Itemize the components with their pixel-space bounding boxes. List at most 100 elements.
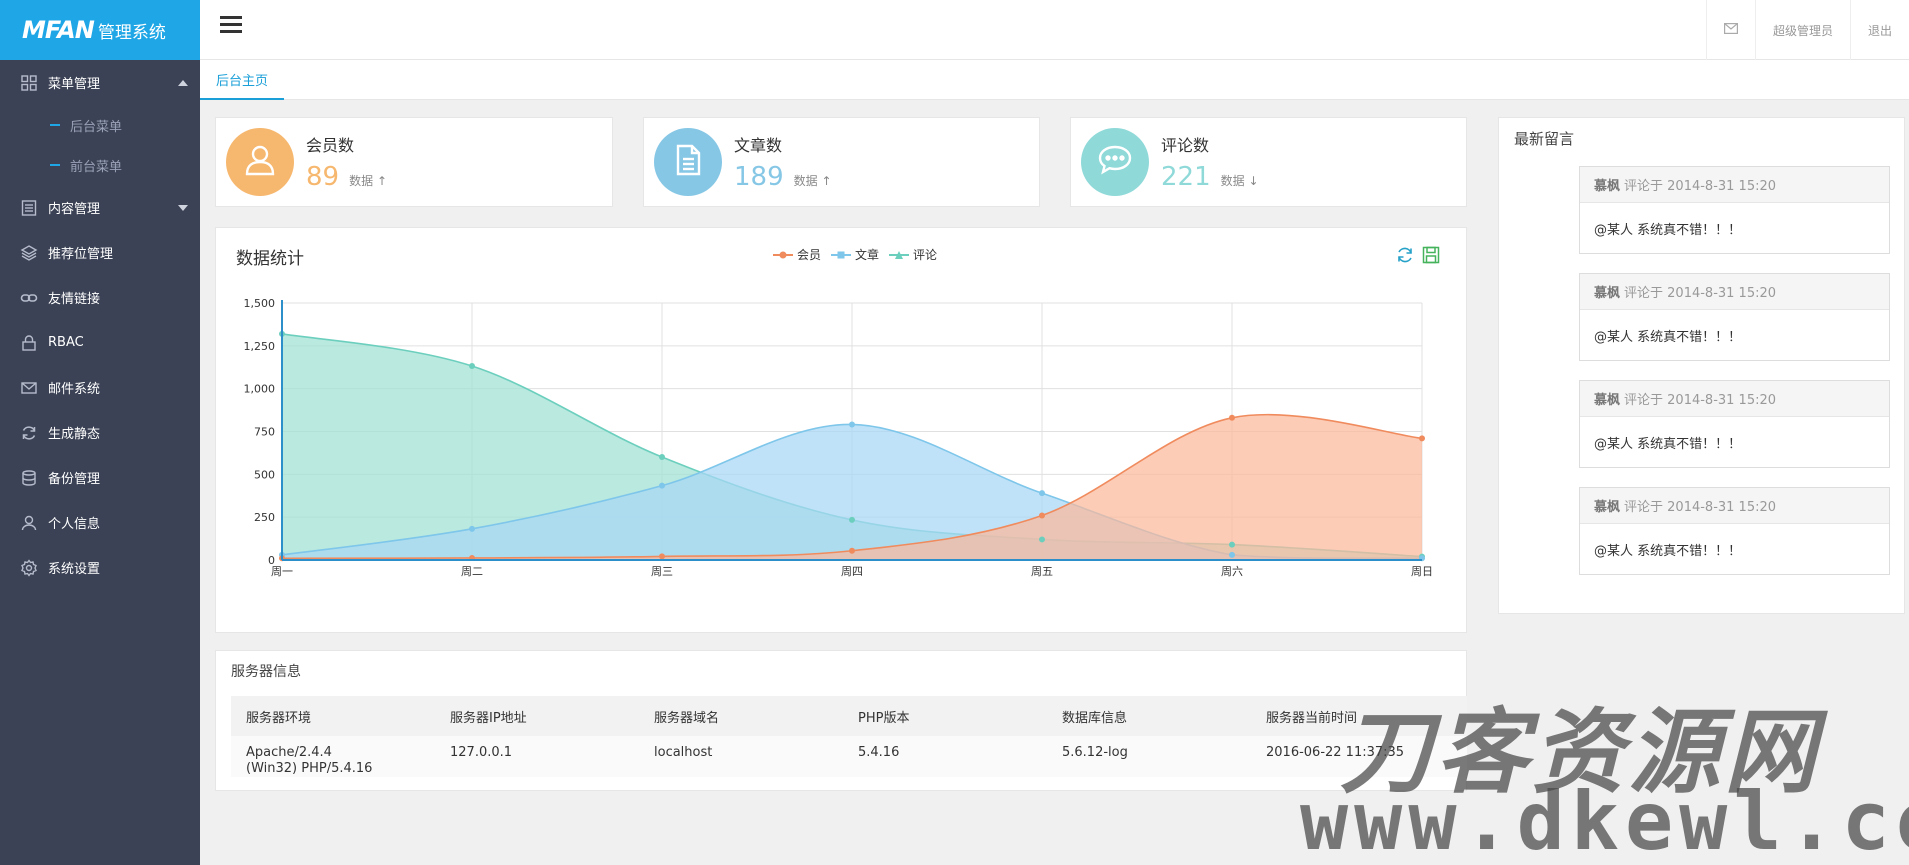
tab-bar: 后台主页 xyxy=(200,60,1909,100)
stat-sub: 数据 ↑ xyxy=(349,174,387,188)
refresh-icon xyxy=(20,424,38,442)
stat-circle xyxy=(226,128,294,196)
comment-item[interactable]: 慕枫 评论于 2014-8-31 15:20 @某人 系统真不错！！！ xyxy=(1579,380,1890,468)
submenu-item-frontend-menu[interactable]: 前台菜单 xyxy=(0,145,200,185)
stat-label: 评论数 xyxy=(1161,136,1210,155)
y-tick-label: 1,250 xyxy=(244,340,276,353)
header-actions: 超级管理员 退出 xyxy=(1705,0,1909,60)
comment-author: 慕枫 xyxy=(1594,179,1621,194)
table-cell: 5.6.12-log xyxy=(1047,736,1251,777)
table-header: 服务器域名 xyxy=(639,696,843,736)
submenu-label: 后台菜单 xyxy=(70,119,123,135)
table-cell: Apache/2.4.4 (Win32) PHP/5.4.16 xyxy=(231,736,435,777)
logout-button[interactable]: 退出 xyxy=(1849,0,1909,60)
sidebar: MFAN 管理系统 菜单管理 后台菜单 前台菜单 内容管理 推荐位管理 友情链接… xyxy=(0,0,200,865)
comment-author: 慕枫 xyxy=(1594,286,1621,301)
stat-value: 189 xyxy=(734,162,784,192)
user-icon xyxy=(241,141,279,183)
data-point xyxy=(659,482,665,489)
table-cell: localhost xyxy=(639,736,843,777)
x-tick-label: 周五 xyxy=(1031,565,1053,578)
sidebar-item-menu-management[interactable]: 菜单管理 xyxy=(0,60,200,105)
comment-text: @某人 系统真不错！！！ xyxy=(1594,329,1742,345)
logo-brand: MFAN xyxy=(22,16,95,44)
logo[interactable]: MFAN 管理系统 xyxy=(0,0,200,60)
x-tick-label: 周一 xyxy=(271,565,293,578)
stat-value: 89 xyxy=(306,162,340,192)
table-header: 服务器IP地址 xyxy=(435,696,639,736)
logo-title: 管理系统 xyxy=(97,22,166,43)
table-cell: 127.0.0.1 xyxy=(435,736,639,777)
mail-icon xyxy=(20,379,38,397)
stat-sub: 数据 ↓ xyxy=(1220,174,1259,188)
sidebar-menu: 菜单管理 后台菜单 前台菜单 内容管理 推荐位管理 友情链接 RBAC 邮件系统 xyxy=(0,60,200,590)
sidebar-item-content-management[interactable]: 内容管理 xyxy=(0,185,200,230)
sidebar-item-generate-static[interactable]: 生成静态 xyxy=(0,410,200,455)
comment-item[interactable]: 慕枫 评论于 2014-8-31 15:20 @某人 系统真不错！！！ xyxy=(1579,487,1890,575)
sidebar-item-mail[interactable]: 邮件系统 xyxy=(0,365,200,410)
sidebar-item-settings[interactable]: 系统设置 xyxy=(0,545,200,590)
sidebar-item-friend-links[interactable]: 友情链接 xyxy=(0,275,200,320)
x-tick-label: 周二 xyxy=(461,565,483,578)
table-header: 服务器环境 xyxy=(231,696,435,736)
comment-header: 慕枫 评论于 2014-8-31 15:20 xyxy=(1580,488,1889,524)
menu-toggle-icon[interactable] xyxy=(220,16,242,38)
comments-panel: 最新留言 慕枫 评论于 2014-8-31 15:20 @某人 系统真不错！！！ … xyxy=(1498,117,1905,614)
comment-author: 慕枫 xyxy=(1594,393,1621,408)
comment-meta: 评论于 2014-8-31 15:20 xyxy=(1624,179,1777,194)
data-point xyxy=(1039,536,1045,543)
y-tick-label: 750 xyxy=(254,426,275,439)
messages-button[interactable] xyxy=(1705,0,1755,60)
y-tick-label: 1,000 xyxy=(244,383,276,396)
comments-title: 最新留言 xyxy=(1514,130,1575,148)
table-header: PHP版本 xyxy=(843,696,1047,736)
x-tick-label: 周四 xyxy=(841,565,863,578)
submenu-label: 前台菜单 xyxy=(70,159,123,175)
sidebar-item-label: 备份管理 xyxy=(48,472,101,487)
comment-meta: 评论于 2014-8-31 15:20 xyxy=(1624,500,1777,515)
document-icon xyxy=(669,141,707,183)
comment-text: @某人 系统真不错！！！ xyxy=(1594,543,1742,559)
comment-header: 慕枫 评论于 2014-8-31 15:20 xyxy=(1580,274,1889,310)
sidebar-item-profile[interactable]: 个人信息 xyxy=(0,500,200,545)
top-header: 超级管理员 退出 xyxy=(200,0,1909,60)
sidebar-item-recommend[interactable]: 推荐位管理 xyxy=(0,230,200,275)
stat-circle xyxy=(654,128,722,196)
data-point xyxy=(469,525,475,532)
submenu-item-backend-menu[interactable]: 后台菜单 xyxy=(0,105,200,145)
data-point xyxy=(849,421,855,428)
sidebar-item-backup[interactable]: 备份管理 xyxy=(0,455,200,500)
chart-panel: 数据统计 会员 文章 评论 0 250 500 750 1,000 1,250 1,500 周… xyxy=(215,227,1467,633)
comment-item[interactable]: 慕枫 评论于 2014-8-31 15:20 @某人 系统真不错！！！ xyxy=(1579,273,1890,361)
database-icon xyxy=(20,469,38,487)
data-point xyxy=(659,553,665,560)
data-point xyxy=(849,547,855,554)
y-tick-label: 500 xyxy=(254,468,275,481)
stat-label: 会员数 xyxy=(306,136,355,155)
arrow-up-icon: ↑ xyxy=(821,174,832,188)
table-header: 数据库信息 xyxy=(1047,696,1251,736)
tab-home[interactable]: 后台主页 xyxy=(200,60,284,100)
sidebar-item-label: 生成静态 xyxy=(48,427,101,442)
comment-item[interactable]: 慕枫 评论于 2014-8-31 15:20 @某人 系统真不错！！！ xyxy=(1579,166,1890,254)
x-tick-label: 周日 xyxy=(1411,565,1433,578)
table-header-row: 服务器环境 服务器IP地址 服务器域名 PHP版本 数据库信息 服务器当前时间 xyxy=(231,696,1467,736)
sidebar-item-label: 系统设置 xyxy=(48,562,101,577)
comment-header: 慕枫 评论于 2014-8-31 15:20 xyxy=(1580,381,1889,417)
sidebar-item-label: RBAC xyxy=(48,335,84,350)
sidebar-item-label: 菜单管理 xyxy=(48,77,101,92)
admin-user-button[interactable]: 超级管理员 xyxy=(1754,0,1850,60)
sidebar-item-label: 友情链接 xyxy=(48,292,101,307)
comment-meta: 评论于 2014-8-31 15:20 xyxy=(1624,393,1777,408)
data-point xyxy=(659,454,665,461)
stat-card-articles: 文章数 189 数据 ↑ xyxy=(643,117,1040,207)
data-point xyxy=(1229,414,1235,421)
y-tick-label: 1,500 xyxy=(244,297,276,310)
data-point xyxy=(1229,541,1235,548)
comment-header: 慕枫 评论于 2014-8-31 15:20 xyxy=(1580,167,1889,203)
data-point xyxy=(1039,512,1045,519)
sidebar-item-rbac[interactable]: RBAC xyxy=(0,320,200,365)
x-tick-label: 周六 xyxy=(1221,565,1243,578)
stat-value: 221 xyxy=(1161,162,1211,192)
comment-meta: 评论于 2014-8-31 15:20 xyxy=(1624,286,1777,301)
